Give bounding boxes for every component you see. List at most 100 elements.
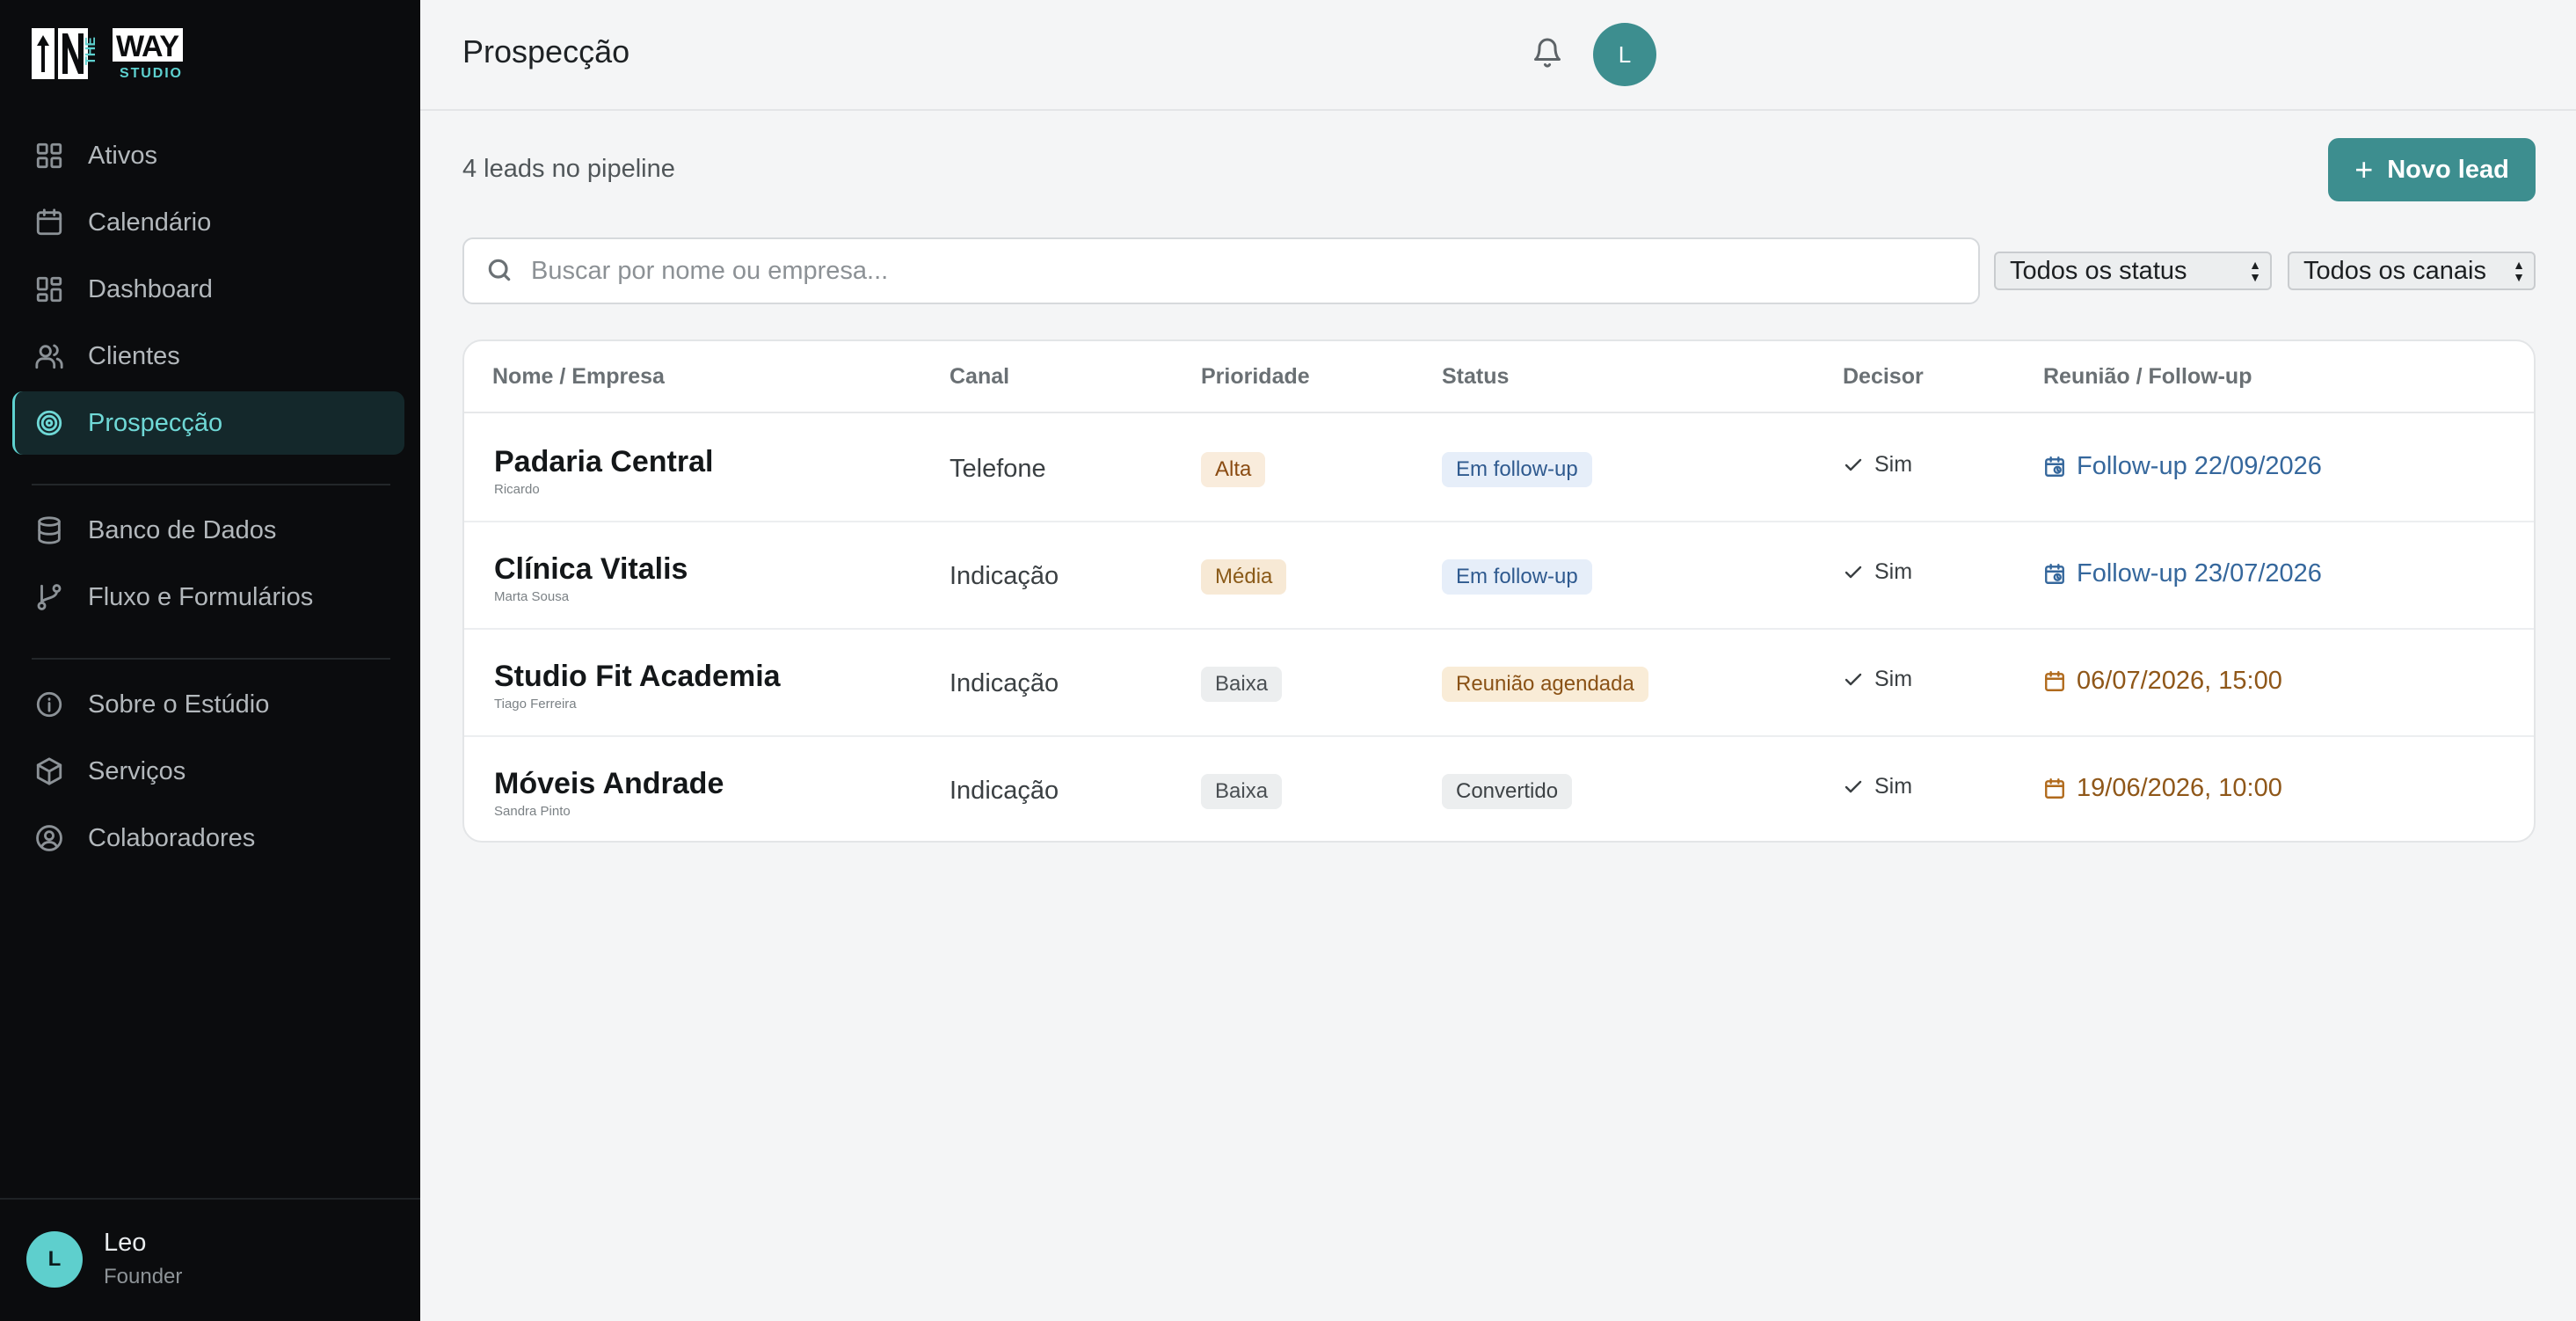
dashboard-icon (33, 274, 65, 305)
column-header-status[interactable]: Status (1442, 364, 1509, 390)
column-header-nome[interactable]: Nome / Empresa (492, 364, 665, 390)
sidebar: THE WAY STUDIO Ativos Calendário Dashboa… (0, 0, 420, 1321)
select-arrows-icon: ▲ ▼ (2513, 258, 2525, 284)
lead-name[interactable]: Studio Fit Academia (494, 660, 781, 694)
table-header: Nome / Empresa Canal Prioridade Status D… (464, 341, 2534, 413)
status-filter-select[interactable]: Todos os status ▲ ▼ (1994, 252, 2272, 290)
sidebar-item-colaboradores[interactable]: Colaboradores (12, 806, 404, 870)
meeting-value: 19/06/2026, 10:00 (2077, 774, 2282, 802)
sidebar-item-banco-de-dados[interactable]: Banco de Dados (12, 499, 404, 562)
column-header-decisor[interactable]: Decisor (1843, 364, 1924, 390)
calendar-icon (33, 207, 65, 238)
channel-filter-select[interactable]: Todos os canais ▲ ▼ (2288, 252, 2536, 290)
lead-contact: Marta Sousa (494, 589, 570, 604)
header-avatar[interactable]: L (1593, 23, 1656, 86)
notifications-button[interactable] (1530, 35, 1565, 74)
grid-icon (33, 140, 65, 172)
channel-filter-value: Todos os canais (2303, 256, 2486, 285)
sidebar-item-clientes[interactable]: Clientes (12, 325, 404, 388)
priority-badge: Alta (1201, 452, 1266, 487)
new-lead-label: Novo lead (2387, 155, 2509, 184)
decisor-value: Sim (1874, 667, 1913, 691)
decisor-cell: Sim (1843, 559, 1912, 585)
status-badge: Reunião agendada (1442, 667, 1648, 702)
box-icon (33, 755, 65, 787)
table-row[interactable]: Padaria Central Ricardo Telefone Alta Em… (464, 415, 2534, 522)
table-row[interactable]: Móveis Andrade Sandra Pinto Indicação Ba… (464, 737, 2534, 841)
leads-count: 4 leads no pipeline (462, 155, 675, 183)
column-header-prioridade[interactable]: Prioridade (1201, 364, 1310, 390)
svg-text:THE: THE (84, 37, 98, 65)
info-icon (33, 689, 65, 720)
sidebar-item-label: Banco de Dados (88, 515, 277, 544)
table-row[interactable]: Clínica Vitalis Marta Sousa Indicação Mé… (464, 522, 2534, 630)
followup-cell: Follow-up 22/09/2026 (2043, 452, 2322, 481)
lead-channel: Telefone (950, 455, 1046, 483)
top-header: Prospecção L (420, 0, 2576, 111)
sidebar-item-label: Colaboradores (88, 823, 256, 852)
user-avatar[interactable]: L (26, 1231, 83, 1288)
check-icon (1845, 673, 1862, 685)
user-circle-icon (33, 822, 65, 854)
sidebar-item-label: Dashboard (88, 274, 213, 303)
lead-contact: Ricardo (494, 482, 540, 497)
check-icon (1845, 458, 1862, 471)
plus-icon: + (2354, 151, 2374, 187)
calendar-icon (2045, 777, 2064, 799)
sidebar-item-label: Prospecção (88, 408, 223, 437)
status-badge: Em follow-up (1442, 559, 1592, 595)
lead-name[interactable]: Móveis Andrade (494, 767, 724, 801)
studio-logo[interactable]: THE WAY STUDIO (32, 26, 183, 81)
sidebar-item-label: Ativos (88, 141, 157, 170)
sidebar-item-fluxo[interactable]: Fluxo e Formulários (12, 566, 404, 629)
bell-icon (1532, 37, 1563, 73)
status-badge: Em follow-up (1442, 452, 1592, 487)
git-branch-icon (33, 581, 65, 613)
select-arrows-icon: ▲ ▼ (2249, 258, 2261, 284)
sidebar-item-prospeccao[interactable]: Prospecção (12, 391, 404, 455)
sidebar-item-label: Calendário (88, 208, 212, 237)
sidebar-item-label: Clientes (88, 341, 180, 370)
decisor-cell: Sim (1843, 774, 1912, 799)
lead-name[interactable]: Clínica Vitalis (494, 552, 688, 587)
leads-table: Nome / Empresa Canal Prioridade Status D… (462, 339, 2536, 843)
followup-value: Follow-up 22/09/2026 (2077, 452, 2322, 480)
priority-badge: Baixa (1201, 667, 1283, 702)
page-title: Prospecção (462, 33, 630, 69)
svg-text:WAY: WAY (116, 30, 179, 63)
search-icon (485, 256, 515, 286)
priority-badge: Baixa (1201, 774, 1283, 809)
lead-contact: Tiago Ferreira (494, 697, 577, 712)
followup-cell: Follow-up 23/07/2026 (2043, 559, 2322, 588)
lead-name[interactable]: Padaria Central (494, 445, 713, 479)
user-role: Founder (104, 1265, 183, 1288)
meeting-cell: 06/07/2026, 15:00 (2043, 667, 2282, 696)
meeting-cell: 19/06/2026, 10:00 (2043, 774, 2282, 803)
target-icon (33, 407, 65, 439)
column-header-canal[interactable]: Canal (950, 364, 1009, 390)
decisor-value: Sim (1874, 559, 1913, 584)
sidebar-item-label: Fluxo e Formulários (88, 582, 314, 611)
lead-channel: Indicação (950, 777, 1059, 805)
status-badge: Convertido (1442, 774, 1573, 809)
sidebar-divider (32, 658, 390, 660)
meeting-value: 06/07/2026, 15:00 (2077, 667, 2282, 695)
sidebar-divider (32, 484, 390, 485)
svg-text:STUDIO: STUDIO (120, 66, 181, 81)
calendar-clock-icon (2045, 563, 2064, 584)
sidebar-item-ativos[interactable]: Ativos (12, 124, 404, 187)
sidebar-item-calendario[interactable]: Calendário (12, 191, 404, 254)
table-row[interactable]: Studio Fit Academia Tiago Ferreira Indic… (464, 630, 2534, 737)
sidebar-item-label: Serviços (88, 756, 186, 785)
calendar-clock-icon (2045, 456, 2064, 477)
sidebar-item-servicos[interactable]: Serviços (12, 740, 404, 803)
lead-contact: Sandra Pinto (494, 804, 571, 819)
search-input[interactable] (531, 256, 1938, 286)
status-filter-value: Todos os status (2010, 256, 2187, 285)
decisor-value: Sim (1874, 774, 1913, 799)
column-header-reuniao[interactable]: Reunião / Follow-up (2043, 364, 2252, 390)
sidebar-item-sobre[interactable]: Sobre o Estúdio (12, 673, 404, 736)
followup-value: Follow-up 23/07/2026 (2077, 559, 2322, 588)
new-lead-button[interactable]: + Novo lead (2328, 138, 2536, 201)
sidebar-item-dashboard[interactable]: Dashboard (12, 258, 404, 321)
